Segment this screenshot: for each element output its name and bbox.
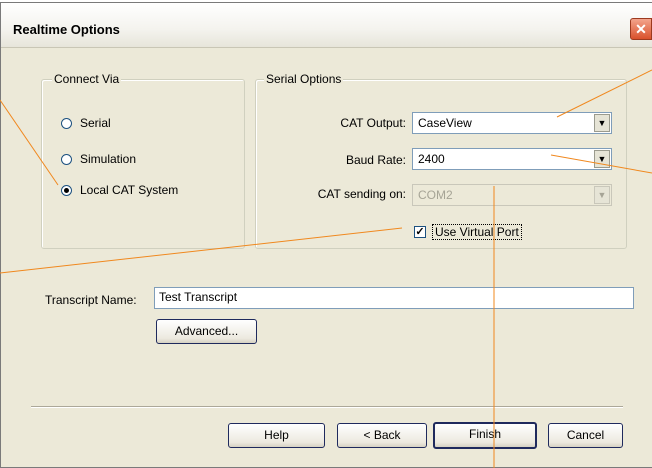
radio-local-cat-system-button[interactable] [61,184,72,196]
cat-sending-value: COM2 [418,188,453,202]
close-icon: ✕ [635,21,647,37]
transcript-name-label: Transcript Name: [45,293,137,307]
serial-options-group: Serial Options CAT Output: CaseView ▼ Ba… [255,72,627,249]
cat-output-select[interactable]: CaseView ▼ [412,112,612,134]
radio-simulation-button[interactable] [61,153,72,165]
use-virtual-port-label: Use Virtual Port [432,224,522,240]
radio-local-cat-system-label: Local CAT System [80,183,179,197]
chevron-down-icon[interactable]: ▼ [594,114,610,132]
help-button[interactable]: Help [228,423,325,448]
connect-via-group: Connect Via Serial Simulation Local CAT … [41,72,245,249]
footer-separator [31,406,623,408]
cat-output-value: CaseView [418,116,472,130]
cancel-button[interactable]: Cancel [548,423,623,448]
radio-simulation-label: Simulation [80,152,137,166]
dialog-title: Realtime Options [13,22,120,37]
baud-rate-label: Baud Rate: [345,153,406,167]
use-virtual-port-checkbox[interactable]: ✓ [414,226,426,238]
connect-via-legend: Connect Via [52,72,122,86]
realtime-options-dialog: Realtime Options ✕ Connect Via Serial Si… [0,2,652,468]
radio-local-cat-system[interactable]: Local CAT System [61,183,178,197]
cat-sending-select: COM2 ▼ [412,184,612,206]
cat-sending-label: CAT sending on: [317,187,406,201]
advanced-button[interactable]: Advanced... [156,319,257,344]
use-virtual-port-checkbox-row[interactable]: ✓ Use Virtual Port [414,224,522,240]
back-button-label: < Back [363,428,401,442]
serial-options-legend: Serial Options [264,72,344,86]
help-button-label: Help [264,428,289,442]
radio-serial-button[interactable] [61,117,72,129]
cancel-button-label: Cancel [566,428,605,442]
baud-rate-select[interactable]: 2400 ▼ [412,148,612,170]
radio-serial-label: Serial [80,116,111,130]
transcript-name-value: Test Transcript [159,290,238,304]
baud-rate-value: 2400 [418,152,445,166]
radio-simulation[interactable]: Simulation [61,152,136,166]
close-button[interactable]: ✕ [630,18,652,40]
finish-button-label: Finish [468,427,501,441]
finish-button[interactable]: Finish [433,422,537,449]
advanced-button-label: Advanced... [174,324,239,338]
chevron-down-icon: ▼ [594,186,610,204]
radio-serial[interactable]: Serial [61,116,111,130]
transcript-name-input[interactable]: Test Transcript [154,287,634,309]
chevron-down-icon[interactable]: ▼ [594,150,610,168]
cat-output-label: CAT Output: [340,116,406,130]
back-button[interactable]: < Back [337,423,427,448]
title-bar: Realtime Options ✕ [1,3,652,48]
checkmark-icon: ✓ [415,226,425,238]
